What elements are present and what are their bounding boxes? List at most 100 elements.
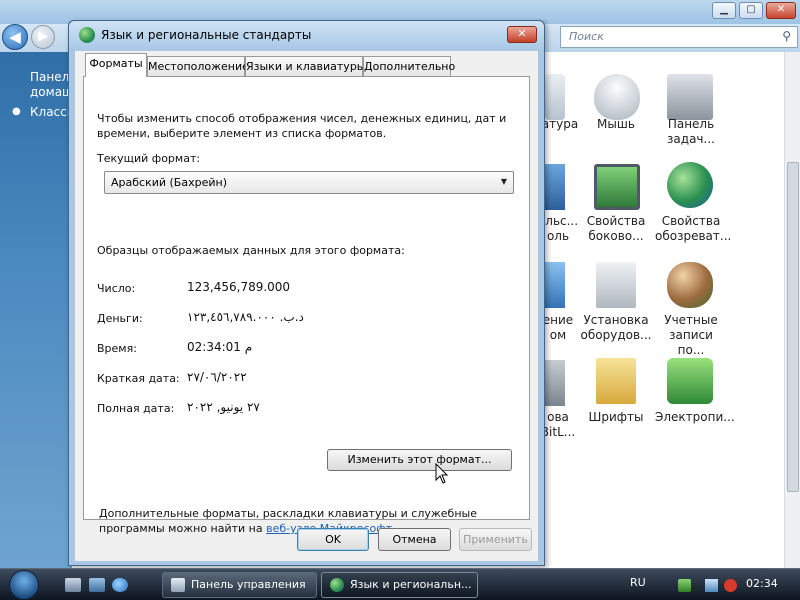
cp-item-add-hardware[interactable]: Установка оборудов... [580,313,652,343]
mouse-icon[interactable] [594,74,640,120]
close-button[interactable]: ✕ [766,2,796,19]
control-panel-icon [171,578,185,592]
close-button[interactable]: ✕ [507,26,537,43]
sample-currency-label: Деньги: [97,312,143,325]
tab-administrative[interactable]: Дополнительно [363,56,455,76]
power-options-icon[interactable] [667,358,713,404]
bullet-icon: ● [12,106,21,117]
format-dropdown-value: Арабский (Бахрейн) [111,176,227,189]
taskbar-icon[interactable] [667,74,713,120]
dialog-titlebar[interactable]: Язык и региональные стандарты ✕ [69,21,544,49]
vertical-scrollbar[interactable] [784,52,800,568]
taskbar: Панель управления Язык и региональн... R… [0,568,800,600]
show-desktop-icon[interactable] [65,578,81,592]
fonts-icon[interactable] [596,358,636,404]
cp-item-label: Мышь [597,117,635,131]
internet-options-icon[interactable] [667,162,713,208]
tab-keyboards-languages[interactable]: Языки и клавиатуры [245,56,366,76]
sample-number-value: 123,456,789.000 [187,280,291,294]
taskbar-item-control-panel[interactable]: Панель управления [162,572,317,598]
taskbar-item-label: Панель управления [191,578,306,591]
bitlocker-icon[interactable] [545,360,565,406]
sample-currency-value: د.ب.‏ ١٢٣,٤٥٦,٧٨٩.٠٠٠ [187,310,304,324]
cp-item-label-2: BitL... [540,425,576,439]
cancel-button[interactable]: Отмена [378,528,451,551]
minimize-button[interactable]: ▁ [712,2,736,19]
globe-icon [330,578,344,592]
sample-time-label: Время: [97,342,137,355]
clock[interactable]: 02:34 [746,577,778,590]
start-button[interactable] [4,569,46,600]
customize-format-button[interactable]: Изменить этот формат... [327,449,512,471]
cp-item-label-2: оборудов... [580,328,652,342]
footer-text-line1: Дополнительные форматы, раскладки клавиа… [99,507,477,520]
dialog-body: Форматы Местоположение Языки и клавиатур… [75,51,538,561]
notification-area [672,570,800,600]
language-indicator[interactable]: RU [630,576,646,589]
ok-button[interactable]: OK [297,528,369,551]
control-panel-sidebar: Панель домаш ● Класси [0,52,76,568]
tab-formats[interactable]: Форматы [85,53,147,77]
cp-item-label: Шрифты [588,410,644,424]
cp-item-label-2: боково... [588,229,644,243]
cp-item-power-options[interactable]: Электропи... [655,410,735,425]
sidebar-item-home-line2[interactable]: домаш [30,85,73,99]
cp-item-label-2: ом [549,328,567,342]
cp-item-sidebar-properties[interactable]: Свойства боково... [580,214,652,244]
cp-item-label: Панель [667,117,715,131]
dialog-title: Язык и региональные стандарты [101,28,312,42]
display-icon[interactable] [545,262,565,308]
safely-remove-icon[interactable] [678,579,691,592]
cp-item-label: ова [547,410,569,424]
volume-muted-icon[interactable] [724,579,737,592]
cp-item-label-2: записи по... [669,328,713,357]
sidebar-properties-icon[interactable] [594,164,640,210]
keyboard-icon[interactable] [545,74,565,120]
search-icon[interactable]: ⚲ [782,29,791,43]
back-button[interactable]: ◀ [2,24,28,50]
cp-item-user-accounts[interactable]: Учетные записи по... [655,313,727,358]
user-accounts-icon[interactable] [667,262,713,308]
sample-short-date-value: ٢٧/٠٦/٢٠٢٢ [187,370,247,384]
sample-number-label: Число: [97,282,136,295]
cp-item-mouse[interactable]: Мышь [580,117,652,132]
cp-item-label: атура [541,117,579,131]
switch-windows-icon[interactable] [89,578,105,592]
cp-item-internet-options[interactable]: Свойства обозреват... [655,214,731,244]
scrollbar-thumb[interactable] [787,162,799,492]
close-icon: ✕ [517,27,527,40]
cp-item-label: Электропи... [655,410,735,424]
cp-item-label: Установка [583,313,649,327]
taskbar-item-regional-options[interactable]: Язык и региональн... [321,572,478,598]
intro-text-line1: Чтобы изменить способ отображения чисел,… [97,112,507,125]
sample-time-value: 02:34:01 م [187,340,253,354]
cp-item-taskbar[interactable]: Панель задач... [655,117,727,147]
sample-long-date-label: Полная дата: [97,402,175,415]
tab-location[interactable]: Местоположение [147,56,249,76]
cp-item-label-2: задач... [667,132,715,146]
chevron-down-icon: ▼ [500,177,507,186]
user-accounts-icon[interactable] [545,164,565,210]
back-arrow-icon: ◀ [9,28,21,46]
mouse-pointer-icon [435,463,449,484]
cp-item-label: ение [542,313,574,327]
maximize-button[interactable]: ▢ [739,2,763,19]
network-icon[interactable] [705,579,718,592]
add-hardware-icon[interactable] [596,262,636,308]
forward-button[interactable]: ▶ [31,25,55,49]
internet-explorer-icon[interactable] [112,578,128,592]
cp-item-fonts[interactable]: Шрифты [580,410,652,425]
samples-heading: Образцы отображаемых данных для этого фо… [97,244,405,257]
cp-item-label-2: оль [546,229,570,243]
sample-long-date-value: ٢٧ يونيو, ٢٠٢٢ [187,400,260,414]
apply-button[interactable]: Применить [459,528,532,551]
cp-item-label: Свойства [586,214,646,228]
format-dropdown[interactable]: Арабский (Бахрейн) ▼ [104,171,514,194]
formats-tab-panel: Чтобы изменить способ отображения чисел,… [83,76,530,535]
cp-item-label: Свойства [661,214,721,228]
intro-text-line2: времени, выберите элемент из списка форм… [97,127,387,140]
regional-options-dialog: Язык и региональные стандарты ✕ Форматы … [68,20,545,566]
search-input[interactable]: Поиск ⚲ [560,26,798,48]
search-placeholder: Поиск [569,30,604,43]
windows-logo-icon [9,570,39,600]
